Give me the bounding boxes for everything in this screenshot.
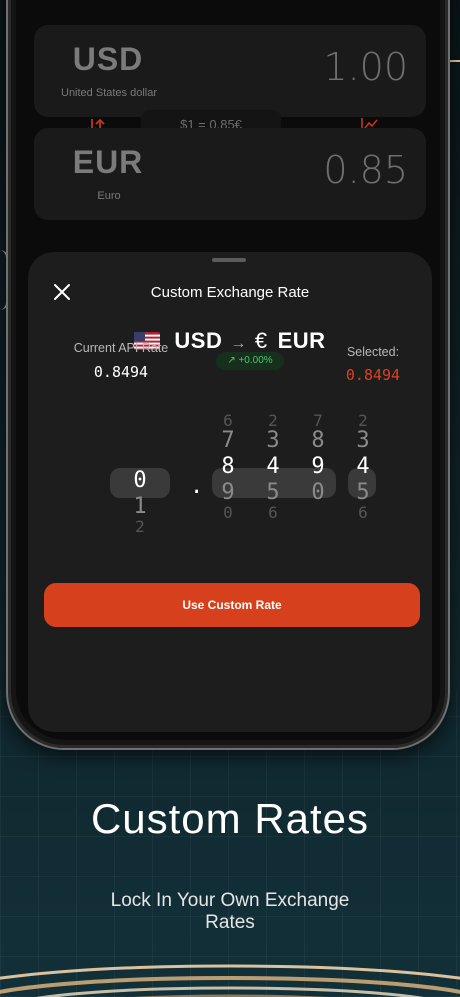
selected-label: Selected: bbox=[346, 345, 400, 359]
pair-arrow: → bbox=[230, 335, 247, 352]
picker-whole-value: 0 bbox=[133, 468, 147, 493]
to-currency-name: Euro bbox=[97, 190, 121, 202]
phone-frame: USD United States dollar 1.00 $1 = 0.85€… bbox=[6, 0, 450, 750]
gold-rings-decoration bbox=[0, 964, 460, 997]
api-rate-label: Current API Rate bbox=[73, 341, 169, 355]
picker-digit-1-value: 8 bbox=[221, 454, 235, 479]
custom-rate-sheet: Custom Exchange Rate USD → € EUR Current AP… bbox=[28, 252, 432, 732]
picker-digit-4[interactable]: 2 3 4 5 6 bbox=[348, 413, 378, 521]
sheet-grabber[interactable] bbox=[212, 258, 246, 262]
picker-whole[interactable]: 0 0 1 2 bbox=[125, 428, 155, 535]
from-currency-code: USD bbox=[72, 41, 144, 77]
to-amount: 0.85 bbox=[323, 148, 408, 192]
to-currency-code: EUR bbox=[72, 144, 144, 180]
phone-screen: USD United States dollar 1.00 $1 = 0.85€… bbox=[16, 0, 440, 740]
from-currency-card[interactable]: USD United States dollar 1.00 bbox=[34, 25, 426, 117]
picker-digit-2-value: 4 bbox=[266, 454, 280, 479]
to-currency-card[interactable]: EUR Euro 0.85 bbox=[34, 128, 426, 220]
decimal-separator: . bbox=[190, 474, 204, 499]
from-amount[interactable]: 1.00 bbox=[323, 45, 408, 89]
picker-digit-3-value: 9 bbox=[311, 454, 325, 479]
picker-digit-4-value: 4 bbox=[356, 454, 370, 479]
picker-digit-3[interactable]: 7 8 9 0 bbox=[303, 413, 333, 520]
use-custom-rate-button[interactable]: Use Custom Rate bbox=[44, 583, 420, 627]
api-rate-value: 0.8494 bbox=[93, 363, 149, 381]
picker-digit-2[interactable]: 2 3 4 5 6 bbox=[258, 413, 288, 521]
from-currency-name: United States dollar bbox=[61, 87, 157, 99]
sheet-title: Custom Exchange Rate bbox=[150, 284, 310, 301]
euro-symbol: € bbox=[254, 328, 268, 353]
marketing-headline: Custom Rates bbox=[90, 795, 370, 842]
pair-to: EUR bbox=[277, 328, 326, 353]
picker-digit-1[interactable]: 6 7 8 9 0 bbox=[213, 413, 243, 521]
marketing-subline: Lock In Your Own Exchange Rates bbox=[110, 890, 350, 933]
change-badge: ↗ +0.00% bbox=[216, 352, 284, 370]
selected-value: 0.8494 bbox=[345, 366, 401, 384]
